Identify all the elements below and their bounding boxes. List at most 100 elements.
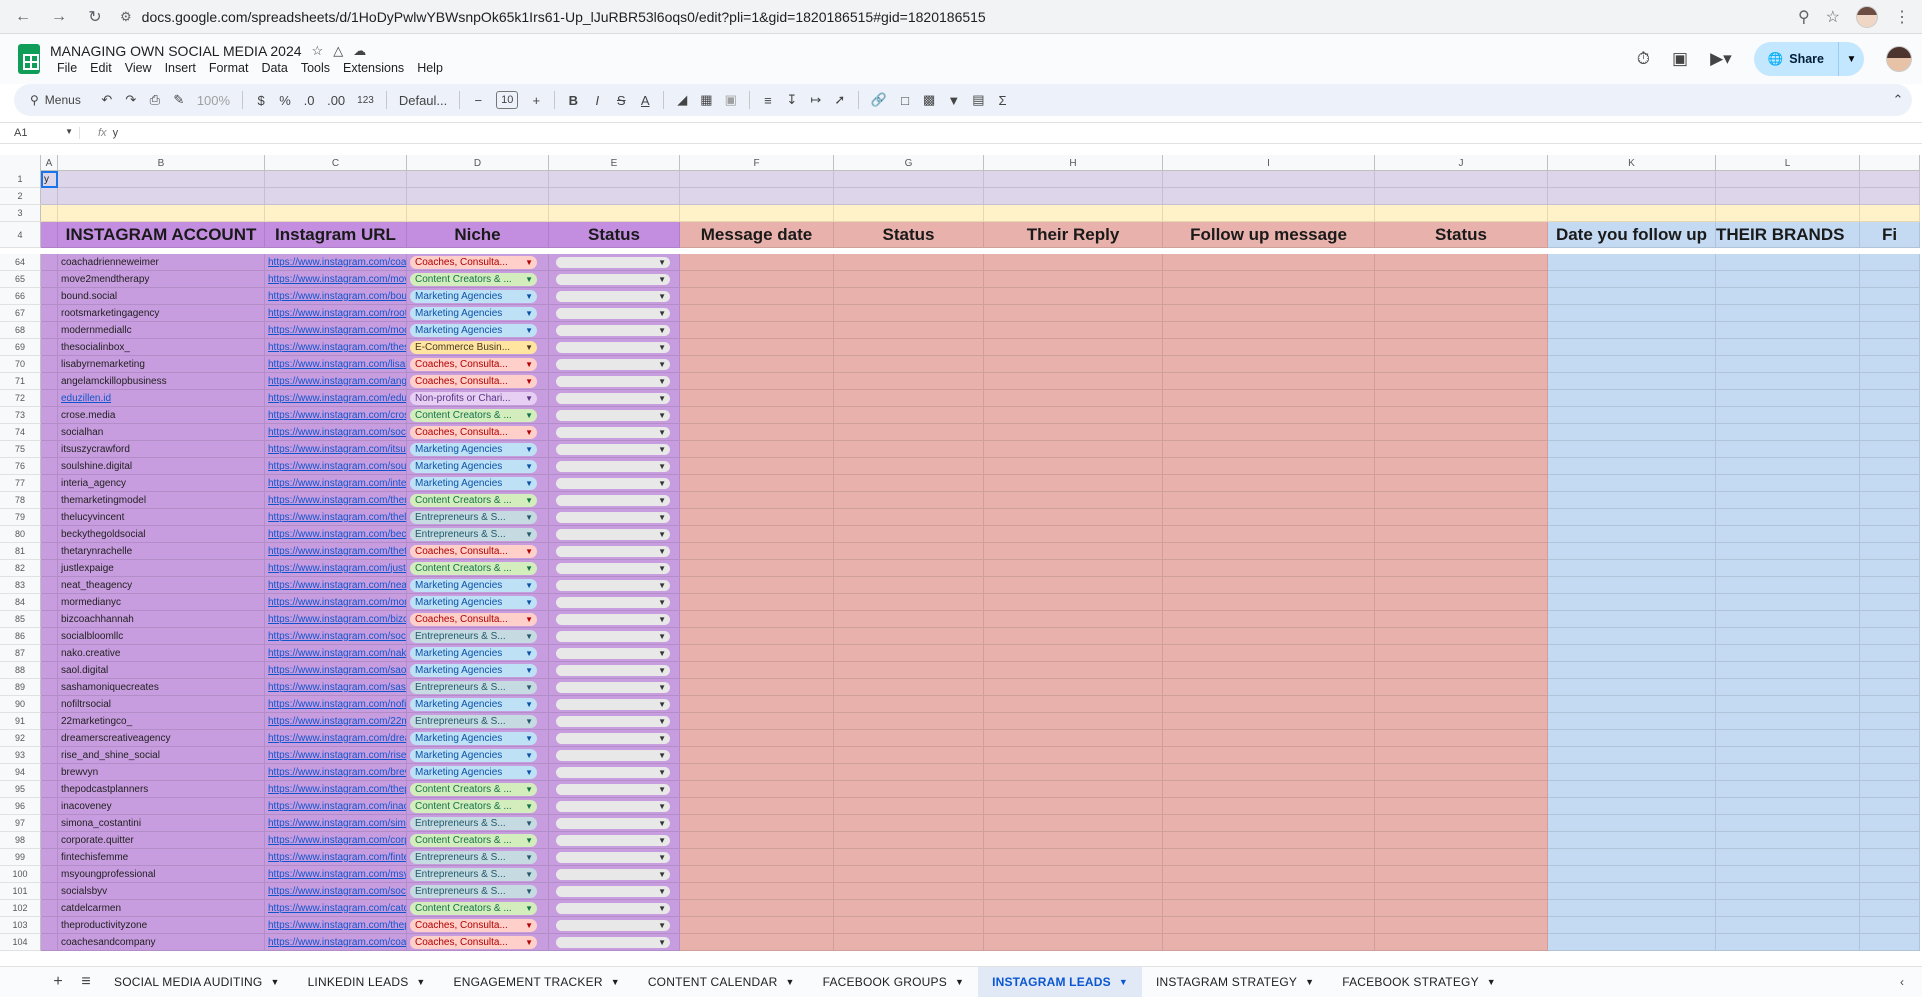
niche-dropdown-chip[interactable]: Coaches, Consulta... ▼ [410, 357, 537, 371]
niche-dropdown-chip[interactable]: Marketing Agencies ▼ [410, 663, 537, 677]
grid-cell[interactable] [680, 424, 834, 441]
grid-cell[interactable] [1716, 679, 1860, 696]
status-cell[interactable]: ▼ [549, 271, 680, 288]
decrease-font-size-icon[interactable]: − [472, 93, 484, 108]
address-bar[interactable]: ⚙ docs.google.com/spreadsheets/d/1HoDyPw… [120, 4, 1784, 30]
grid-cell[interactable] [680, 407, 834, 424]
status-cell[interactable]: ▼ [549, 424, 680, 441]
status-dropdown-chip[interactable]: ▼ [556, 511, 670, 523]
grid-cell[interactable] [834, 390, 984, 407]
grid-cell[interactable] [1716, 339, 1860, 356]
niche-cell[interactable]: Marketing Agencies ▼ [407, 475, 549, 492]
url-cell[interactable]: https://www.instagram.com/22marketingco_ [265, 713, 407, 730]
version-history-icon[interactable]: ⏱ [1637, 49, 1650, 69]
grid-cell[interactable] [1860, 934, 1920, 951]
grid-cell[interactable] [680, 339, 834, 356]
grid-cell[interactable] [834, 475, 984, 492]
grid-cell[interactable] [680, 832, 834, 849]
grid-cell[interactable] [1548, 390, 1716, 407]
grid-cell[interactable] [1860, 781, 1920, 798]
instagram-url-link[interactable]: https://www.instagram.com/thesocialinbox… [268, 342, 406, 353]
column-header-a[interactable]: A [41, 155, 58, 171]
account-cell[interactable]: socialhan [58, 424, 265, 441]
chevron-down-icon[interactable]: ▼ [525, 853, 533, 862]
meet-icon[interactable]: ▶▾ [1710, 49, 1732, 69]
chevron-down-icon[interactable]: ▼ [525, 683, 533, 692]
grid-cell[interactable] [984, 492, 1163, 509]
row-number[interactable]: 103 [0, 917, 41, 934]
niche-cell[interactable]: Non-profits or Chari... ▼ [407, 390, 549, 407]
grid-cell[interactable] [680, 205, 834, 222]
niche-dropdown-chip[interactable]: Content Creators & ... ▼ [410, 493, 537, 507]
niche-cell[interactable]: Coaches, Consulta... ▼ [407, 934, 549, 951]
grid-cell[interactable] [1163, 662, 1375, 679]
name-box-dropdown-icon[interactable]: ▼ [65, 127, 73, 139]
grid-cell[interactable] [1716, 526, 1860, 543]
grid-cell[interactable] [1548, 781, 1716, 798]
grid-cell[interactable] [1548, 271, 1716, 288]
column-title[interactable]: Status [1375, 222, 1548, 248]
grid-cell[interactable] [1163, 917, 1375, 934]
formula-input[interactable]: y [113, 127, 119, 139]
chevron-down-icon[interactable]: ▼ [525, 547, 533, 556]
grid-cell[interactable] [984, 526, 1163, 543]
niche-cell[interactable]: Marketing Agencies ▼ [407, 441, 549, 458]
niche-dropdown-chip[interactable]: Coaches, Consulta... ▼ [410, 935, 537, 949]
grid-cell[interactable] [1860, 509, 1920, 526]
grid-cell[interactable] [1375, 594, 1548, 611]
chevron-down-icon[interactable]: ▼ [658, 751, 666, 760]
niche-dropdown-chip[interactable]: Marketing Agencies ▼ [410, 323, 537, 337]
url-cell[interactable]: https://www.instagram.com/rootsmarketing… [265, 305, 407, 322]
niche-dropdown-chip[interactable]: Entrepreneurs & S... ▼ [410, 884, 537, 898]
grid-cell[interactable] [1375, 475, 1548, 492]
niche-dropdown-chip[interactable]: Entrepreneurs & S... ▼ [410, 527, 537, 541]
grid-cell[interactable] [41, 645, 58, 662]
print-icon[interactable]: ⎙ [149, 92, 161, 108]
grid-cell[interactable] [1716, 390, 1860, 407]
grid-cell[interactable] [1860, 322, 1920, 339]
chevron-down-icon[interactable]: ▼ [955, 977, 964, 987]
grid-cell[interactable] [58, 171, 265, 188]
niche-cell[interactable]: E-Commerce Busin... ▼ [407, 339, 549, 356]
chevron-down-icon[interactable]: ▼ [658, 683, 666, 692]
chevron-down-icon[interactable]: ▼ [525, 768, 533, 777]
grid-cell[interactable] [1163, 560, 1375, 577]
row-number[interactable]: 84 [0, 594, 41, 611]
status-cell[interactable]: ▼ [549, 560, 680, 577]
chevron-down-icon[interactable]: ▼ [658, 717, 666, 726]
chevron-down-icon[interactable]: ▼ [658, 547, 666, 556]
account-cell[interactable]: 22marketingco_ [58, 713, 265, 730]
chevron-down-icon[interactable]: ▼ [525, 921, 533, 930]
status-dropdown-chip[interactable]: ▼ [556, 664, 670, 676]
chevron-down-icon[interactable]: ▼ [525, 513, 533, 522]
grid-cell[interactable] [1716, 849, 1860, 866]
grid-cell[interactable] [265, 205, 407, 222]
grid-cell[interactable] [984, 390, 1163, 407]
url-cell[interactable]: https://www.instagram.com/thesocialinbox… [265, 339, 407, 356]
chevron-down-icon[interactable]: ▼ [525, 343, 533, 352]
grid-cell[interactable] [1548, 492, 1716, 509]
chevron-down-icon[interactable]: ▼ [658, 904, 666, 913]
grid-cell[interactable] [1163, 171, 1375, 188]
grid-cell[interactable] [1375, 866, 1548, 883]
niche-dropdown-chip[interactable]: Marketing Agencies ▼ [410, 578, 537, 592]
row-number[interactable]: 98 [0, 832, 41, 849]
instagram-url-link[interactable]: https://www.instagram.com/eduzillen.id [268, 393, 406, 404]
account-cell[interactable]: mormedianyc [58, 594, 265, 611]
grid-cell[interactable] [1375, 900, 1548, 917]
status-cell[interactable]: ▼ [549, 322, 680, 339]
chevron-down-icon[interactable]: ▼ [658, 887, 666, 896]
niche-cell[interactable]: Content Creators & ... ▼ [407, 781, 549, 798]
chevron-down-icon[interactable]: ▼ [1487, 977, 1496, 987]
instagram-url-link[interactable]: https://www.instagram.com/thelucyvincent [268, 512, 406, 523]
chevron-down-icon[interactable]: ▼ [525, 836, 533, 845]
row-number[interactable]: 81 [0, 543, 41, 560]
chevron-down-icon[interactable]: ▼ [525, 377, 533, 386]
column-header-d[interactable]: D [407, 155, 549, 171]
status-cell[interactable]: ▼ [549, 339, 680, 356]
url-cell[interactable]: https://www.instagram.com/theproductivit… [265, 917, 407, 934]
grid-cell[interactable] [41, 373, 58, 390]
grid-cell[interactable] [834, 730, 984, 747]
status-dropdown-chip[interactable]: ▼ [556, 698, 670, 710]
grid-cell[interactable] [1163, 781, 1375, 798]
